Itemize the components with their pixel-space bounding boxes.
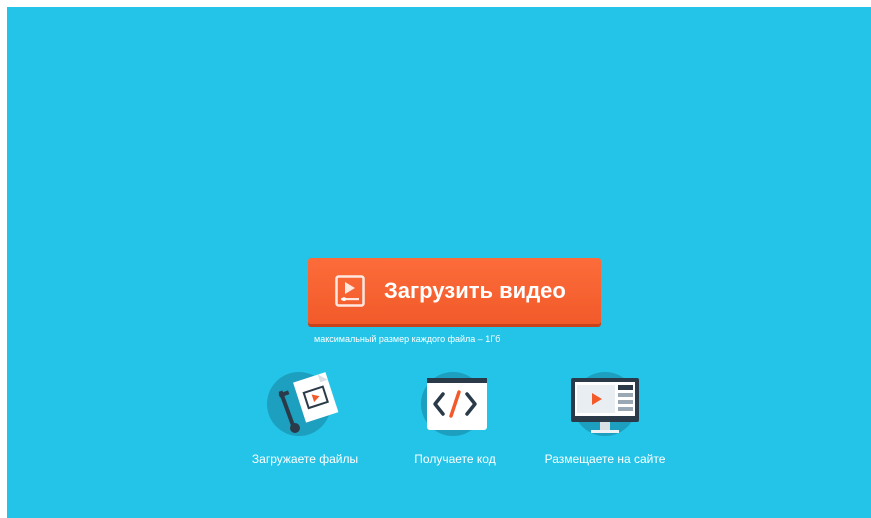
upload-video-button[interactable]: Загрузить видео [308, 258, 601, 324]
monitor-icon [571, 372, 639, 436]
code-icon [421, 372, 487, 436]
step-label-code: Получаете код [414, 452, 496, 466]
upload-button-label: Загрузить видео [384, 278, 566, 303]
video-play-icon [335, 275, 365, 307]
step-label-upload: Загружаете файлы [251, 452, 359, 466]
file-cart-icon [267, 372, 339, 436]
step-label-publish: Размещаете на сайте [544, 452, 666, 466]
max-size-hint: максимальный размер каждого файла – 1Гб [314, 334, 501, 344]
step-get-code: Получаете код [370, 370, 540, 470]
step-publish-site: Размещаете на сайте [520, 370, 690, 470]
step-upload-files: Загружаете файлы [220, 370, 390, 470]
